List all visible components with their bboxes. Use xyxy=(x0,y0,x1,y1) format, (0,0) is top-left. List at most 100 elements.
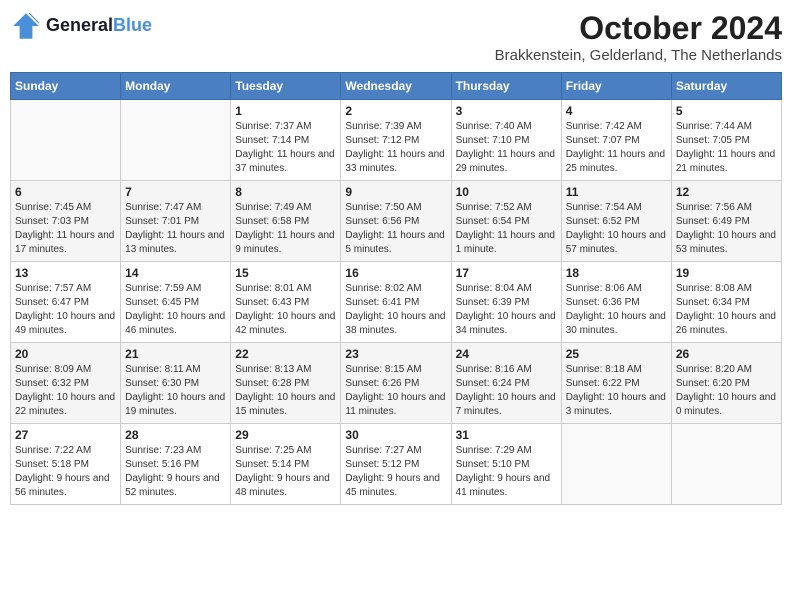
calendar-cell: 30 Sunrise: 7:27 AM Sunset: 5:12 PM Dayli… xyxy=(341,424,451,505)
day-info: Sunrise: 7:59 AM Sunset: 6:45 PM Dayligh… xyxy=(125,282,226,338)
calendar-cell: 6 Sunrise: 7:45 AM Sunset: 7:03 PM Daylig… xyxy=(11,181,121,262)
day-number: 20 xyxy=(15,347,116,361)
calendar-cell: 22Sunrise: 8:13 AM Sunset: 6:28 PM Dayli… xyxy=(231,343,341,424)
calendar-cell xyxy=(561,424,671,505)
calendar-cell xyxy=(11,100,121,181)
calendar-cell: 14 Sunrise: 7:59 AM Sunset: 6:45 PM Dayli… xyxy=(121,262,231,343)
day-number: 1 xyxy=(235,104,336,118)
day-info: Sunrise: 7:25 AM Sunset: 5:14 PM Dayligh… xyxy=(235,444,336,500)
calendar-table: SundayMondayTuesdayWednesdayThursdayFrid… xyxy=(10,72,782,505)
calendar-cell: 17 Sunrise: 8:04 AM Sunset: 6:39 PM Dayli… xyxy=(451,262,561,343)
weekday-header: Wednesday xyxy=(341,73,451,100)
day-info: Sunrise: 7:22 AM Sunset: 5:18 PM Dayligh… xyxy=(15,444,116,500)
day-info: Sunrise: 8:08 AM Sunset: 6:34 PM Dayligh… xyxy=(676,282,777,338)
day-info: Sunrise: 7:45 AM Sunset: 7:03 PM Dayligh… xyxy=(15,201,116,257)
calendar-week-row: 20 Sunrise: 8:09 AM Sunset: 6:32 PM Dayli… xyxy=(11,343,782,424)
day-number: 6 xyxy=(15,185,116,199)
logo-text: GeneralBlue xyxy=(46,16,152,36)
day-number: 15 xyxy=(235,266,336,280)
day-info: Sunrise: 7:52 AM Sunset: 6:54 PM Dayligh… xyxy=(456,201,557,257)
weekday-header: Saturday xyxy=(671,73,781,100)
calendar-cell: 8 Sunrise: 7:49 AM Sunset: 6:58 PM Daylig… xyxy=(231,181,341,262)
calendar-cell: 11Sunrise: 7:54 AM Sunset: 6:52 PM Dayli… xyxy=(561,181,671,262)
calendar-header: SundayMondayTuesdayWednesdayThursdayFrid… xyxy=(11,73,782,100)
day-info: Sunrise: 8:18 AM Sunset: 6:22 PM Dayligh… xyxy=(566,363,667,419)
calendar-cell: 1 Sunrise: 7:37 AM Sunset: 7:14 PM Daylig… xyxy=(231,100,341,181)
calendar-cell: 27 Sunrise: 7:22 AM Sunset: 5:18 PM Dayli… xyxy=(11,424,121,505)
day-number: 8 xyxy=(235,185,336,199)
weekday-header: Tuesday xyxy=(231,73,341,100)
day-number: 25 xyxy=(566,347,667,361)
day-number: 2 xyxy=(345,104,446,118)
day-info: Sunrise: 8:04 AM Sunset: 6:39 PM Dayligh… xyxy=(456,282,557,338)
calendar-cell: 4Sunrise: 7:42 AM Sunset: 7:07 PM Daylig… xyxy=(561,100,671,181)
calendar-cell: 18 Sunrise: 8:06 AM Sunset: 6:36 PM Dayli… xyxy=(561,262,671,343)
day-number: 9 xyxy=(345,185,446,199)
day-number: 10 xyxy=(456,185,557,199)
day-number: 12 xyxy=(676,185,777,199)
calendar-cell: 5Sunrise: 7:44 AM Sunset: 7:05 PM Daylig… xyxy=(671,100,781,181)
day-info: Sunrise: 7:37 AM Sunset: 7:14 PM Dayligh… xyxy=(235,120,336,176)
calendar-week-row: 6 Sunrise: 7:45 AM Sunset: 7:03 PM Daylig… xyxy=(11,181,782,262)
day-info: Sunrise: 8:11 AM Sunset: 6:30 PM Dayligh… xyxy=(125,363,226,419)
calendar-cell: 20 Sunrise: 8:09 AM Sunset: 6:32 PM Dayli… xyxy=(11,343,121,424)
calendar-cell: 23 Sunrise: 8:15 AM Sunset: 6:26 PM Dayli… xyxy=(341,343,451,424)
day-info: Sunrise: 8:20 AM Sunset: 6:20 PM Dayligh… xyxy=(676,363,777,419)
day-number: 13 xyxy=(15,266,116,280)
day-info: Sunrise: 7:49 AM Sunset: 6:58 PM Dayligh… xyxy=(235,201,336,257)
day-info: Sunrise: 7:40 AM Sunset: 7:10 PM Dayligh… xyxy=(456,120,557,176)
calendar-week-row: 1 Sunrise: 7:37 AM Sunset: 7:14 PM Daylig… xyxy=(11,100,782,181)
calendar-cell xyxy=(121,100,231,181)
weekday-row: SundayMondayTuesdayWednesdayThursdayFrid… xyxy=(11,73,782,100)
day-number: 30 xyxy=(345,428,446,442)
day-number: 31 xyxy=(456,428,557,442)
day-info: Sunrise: 8:16 AM Sunset: 6:24 PM Dayligh… xyxy=(456,363,557,419)
day-info: Sunrise: 8:09 AM Sunset: 6:32 PM Dayligh… xyxy=(15,363,116,419)
calendar-cell: 10 Sunrise: 7:52 AM Sunset: 6:54 PM Dayli… xyxy=(451,181,561,262)
day-info: Sunrise: 7:47 AM Sunset: 7:01 PM Dayligh… xyxy=(125,201,226,257)
day-info: Sunrise: 7:23 AM Sunset: 5:16 PM Dayligh… xyxy=(125,444,226,500)
day-number: 4 xyxy=(566,104,667,118)
day-info: Sunrise: 8:06 AM Sunset: 6:36 PM Dayligh… xyxy=(566,282,667,338)
weekday-header: Monday xyxy=(121,73,231,100)
calendar-cell: 25 Sunrise: 8:18 AM Sunset: 6:22 PM Dayli… xyxy=(561,343,671,424)
day-number: 27 xyxy=(15,428,116,442)
day-number: 23 xyxy=(345,347,446,361)
day-number: 14 xyxy=(125,266,226,280)
calendar-cell: 2Sunrise: 7:39 AM Sunset: 7:12 PM Daylig… xyxy=(341,100,451,181)
calendar-cell: 15Sunrise: 8:01 AM Sunset: 6:43 PM Dayli… xyxy=(231,262,341,343)
day-info: Sunrise: 8:02 AM Sunset: 6:41 PM Dayligh… xyxy=(345,282,446,338)
day-number: 11 xyxy=(566,185,667,199)
calendar-cell: 29Sunrise: 7:25 AM Sunset: 5:14 PM Dayli… xyxy=(231,424,341,505)
day-info: Sunrise: 7:56 AM Sunset: 6:49 PM Dayligh… xyxy=(676,201,777,257)
day-info: Sunrise: 7:57 AM Sunset: 6:47 PM Dayligh… xyxy=(15,282,116,338)
calendar-cell: 24Sunrise: 8:16 AM Sunset: 6:24 PM Dayli… xyxy=(451,343,561,424)
calendar-cell: 28Sunrise: 7:23 AM Sunset: 5:16 PM Dayli… xyxy=(121,424,231,505)
day-number: 7 xyxy=(125,185,226,199)
day-number: 19 xyxy=(676,266,777,280)
weekday-header: Thursday xyxy=(451,73,561,100)
calendar-cell: 13 Sunrise: 7:57 AM Sunset: 6:47 PM Dayli… xyxy=(11,262,121,343)
day-number: 26 xyxy=(676,347,777,361)
day-info: Sunrise: 7:27 AM Sunset: 5:12 PM Dayligh… xyxy=(345,444,446,500)
calendar-cell: 3Sunrise: 7:40 AM Sunset: 7:10 PM Daylig… xyxy=(451,100,561,181)
calendar-cell: 7 Sunrise: 7:47 AM Sunset: 7:01 PM Daylig… xyxy=(121,181,231,262)
day-number: 17 xyxy=(456,266,557,280)
location-title: Brakkenstein, Gelderland, The Netherland… xyxy=(495,47,782,64)
day-info: Sunrise: 8:15 AM Sunset: 6:26 PM Dayligh… xyxy=(345,363,446,419)
calendar-cell: 19 Sunrise: 8:08 AM Sunset: 6:34 PM Dayli… xyxy=(671,262,781,343)
day-info: Sunrise: 7:50 AM Sunset: 6:56 PM Dayligh… xyxy=(345,201,446,257)
month-title: October 2024 xyxy=(495,10,782,47)
day-number: 18 xyxy=(566,266,667,280)
calendar-week-row: 27 Sunrise: 7:22 AM Sunset: 5:18 PM Dayli… xyxy=(11,424,782,505)
weekday-header: Sunday xyxy=(11,73,121,100)
page-header: GeneralBlue October 2024 Brakkenstein, G… xyxy=(10,10,782,64)
calendar-body: 1 Sunrise: 7:37 AM Sunset: 7:14 PM Daylig… xyxy=(11,100,782,505)
calendar-cell: 12 Sunrise: 7:56 AM Sunset: 6:49 PM Dayli… xyxy=(671,181,781,262)
calendar-cell: 9 Sunrise: 7:50 AM Sunset: 6:56 PM Daylig… xyxy=(341,181,451,262)
title-block: October 2024 Brakkenstein, Gelderland, T… xyxy=(495,10,782,64)
calendar-cell: 26 Sunrise: 8:20 AM Sunset: 6:20 PM Dayli… xyxy=(671,343,781,424)
calendar-week-row: 13 Sunrise: 7:57 AM Sunset: 6:47 PM Dayli… xyxy=(11,262,782,343)
day-number: 16 xyxy=(345,266,446,280)
calendar-cell: 31Sunrise: 7:29 AM Sunset: 5:10 PM Dayli… xyxy=(451,424,561,505)
